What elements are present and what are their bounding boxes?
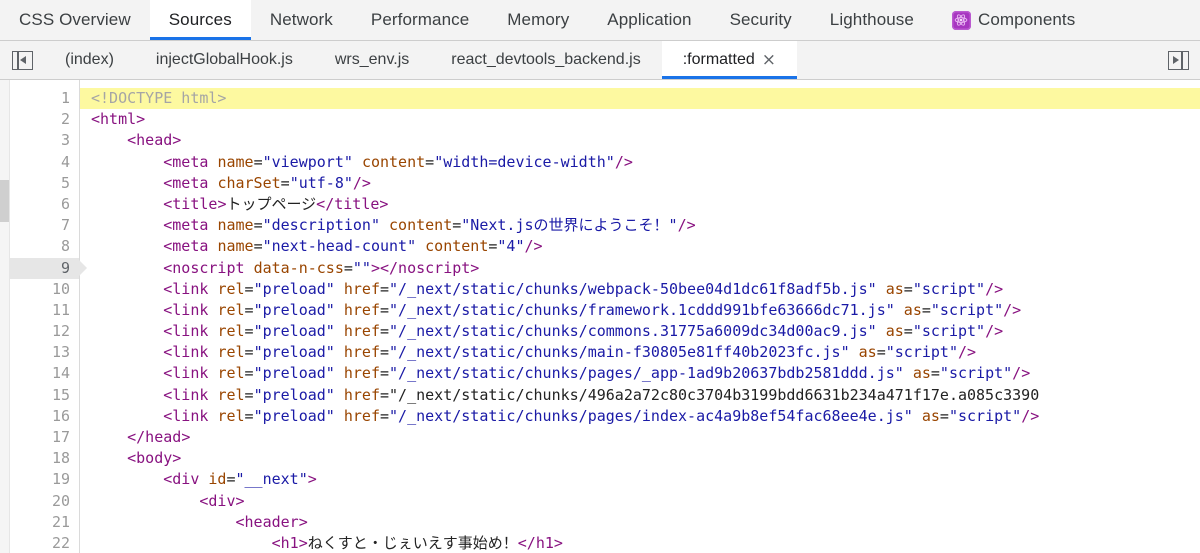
collapse-left-panel-icon	[11, 50, 33, 70]
code-line[interactable]: <meta name="description" content="Next.j…	[91, 215, 1200, 236]
file-tab-label: wrs_env.js	[334, 51, 410, 68]
close-icon[interactable]: ×	[762, 51, 776, 69]
code-line[interactable]: <!DOCTYPE html>	[80, 88, 1200, 110]
devtools-window: CSS Overview Sources Network Performance Mem…	[0, 0, 1200, 553]
line-number[interactable]: 6	[10, 194, 79, 215]
code-line[interactable]: <div>	[91, 491, 1200, 512]
line-number[interactable]: 8	[10, 236, 79, 257]
panel-tab-label: Sources	[168, 10, 232, 29]
panel-tab-label: Components	[977, 10, 1076, 29]
panel-tab-label: Performance	[370, 10, 470, 29]
code-line[interactable]: <link rel="preload" href="/_next/static/…	[91, 342, 1200, 363]
file-tab-label: injectGlobalHook.js	[155, 51, 293, 68]
line-number[interactable]: 17	[10, 427, 79, 448]
file-tab-react-devtools-backend-js[interactable]: react_devtools_backend.js	[430, 41, 661, 79]
code-line[interactable]: <h1>ねくすと・じぇいえす事始め！</h1>	[91, 533, 1200, 553]
source-editor: 1 2 3 4 5 6 7 8 9 10 11 12 13 14 15 16 17 18 19 20 21 22 <!DO…	[0, 80, 1200, 553]
panel-tab-performance[interactable]: Performance	[352, 0, 488, 40]
line-number[interactable]: 20	[10, 491, 79, 512]
panel-tab-label: Memory	[507, 10, 570, 29]
panel-tab-security[interactable]: Security	[711, 0, 811, 40]
code-line[interactable]: <html>	[91, 109, 1200, 130]
line-number[interactable]: 12	[10, 321, 79, 342]
file-tab-label: :formatted	[682, 51, 755, 68]
file-tab-formatted[interactable]: :formatted ×	[661, 41, 798, 79]
code-line[interactable]: <body>	[91, 448, 1200, 469]
file-tab-wrs-env-js[interactable]: wrs_env.js	[314, 41, 430, 79]
code-line[interactable]: <link rel="preload" href="/_next/static/…	[91, 385, 1200, 406]
line-number[interactable]: 11	[10, 300, 79, 321]
navigator-scrollbar[interactable]	[0, 80, 10, 553]
panel-tab-label: Application	[607, 10, 692, 29]
panel-tab-label: Security	[729, 10, 792, 29]
sources-file-tabbar: (index) injectGlobalHook.js wrs_env.js reac…	[0, 41, 1200, 80]
code-line[interactable]: <link rel="preload" href="/_next/static/…	[91, 300, 1200, 321]
line-number[interactable]: 21	[10, 512, 79, 533]
code-line[interactable]: <link rel="preload" href="/_next/static/…	[91, 321, 1200, 342]
panel-tab-memory[interactable]: Memory	[488, 0, 588, 40]
react-components-icon	[951, 10, 971, 30]
panel-tab-label: Network	[269, 10, 333, 29]
line-number[interactable]: 14	[10, 363, 79, 384]
code-line[interactable]: <head>	[91, 130, 1200, 151]
code-line[interactable]: <link rel="preload" href="/_next/static/…	[91, 406, 1200, 427]
line-number[interactable]: 3	[10, 130, 79, 151]
code-line[interactable]: <link rel="preload" href="/_next/static/…	[91, 363, 1200, 384]
line-number[interactable]: 22	[10, 533, 79, 553]
expand-right-panel-icon	[1167, 50, 1189, 70]
panel-tab-css-overview[interactable]: CSS Overview	[0, 0, 150, 40]
code-line[interactable]: </head>	[91, 427, 1200, 448]
file-tab-list: (index) injectGlobalHook.js wrs_env.js reac…	[44, 41, 798, 79]
code-line[interactable]: <title>トップページ</title>	[91, 194, 1200, 215]
panel-tab-components[interactable]: Components	[933, 0, 1094, 40]
line-number[interactable]: 1	[10, 88, 79, 109]
file-tab-injectglobalhook-js[interactable]: injectGlobalHook.js	[135, 41, 314, 79]
panel-tab-label: Lighthouse	[829, 10, 914, 29]
code-line[interactable]: <link rel="preload" href="/_next/static/…	[91, 279, 1200, 300]
line-number[interactable]: 10	[10, 279, 79, 300]
panel-tab-application[interactable]: Application	[588, 0, 710, 40]
code-line[interactable]: <meta name="viewport" content="width=dev…	[91, 152, 1200, 173]
code-content[interactable]: <!DOCTYPE html> <html> <head> <meta name=…	[80, 80, 1200, 553]
expand-right-panel-button[interactable]	[1156, 41, 1200, 79]
panel-tab-sources[interactable]: Sources	[149, 0, 251, 40]
line-number[interactable]: 2	[10, 109, 79, 130]
line-number[interactable]: 16	[10, 406, 79, 427]
file-tab-label: (index)	[65, 51, 114, 68]
devtools-panel-tabbar: CSS Overview Sources Network Performance Mem…	[0, 0, 1200, 41]
line-number[interactable]: 9	[10, 257, 87, 279]
line-number[interactable]: 4	[10, 152, 79, 173]
line-number[interactable]: 13	[10, 342, 79, 363]
line-number[interactable]: 15	[10, 385, 79, 406]
line-number[interactable]: 19	[10, 469, 79, 490]
code-line[interactable]: <meta name="next-head-count" content="4"…	[91, 236, 1200, 257]
code-line[interactable]: <meta charSet="utf-8"/>	[91, 173, 1200, 194]
panel-tab-lighthouse[interactable]: Lighthouse	[811, 0, 933, 40]
code-line[interactable]: <header>	[91, 512, 1200, 533]
line-number[interactable]: 18	[10, 448, 79, 469]
panel-tab-label: CSS Overview	[19, 10, 131, 29]
line-number[interactable]: 7	[10, 215, 79, 236]
panel-tab-network[interactable]: Network	[251, 0, 352, 40]
line-number-gutter[interactable]: 1 2 3 4 5 6 7 8 9 10 11 12 13 14 15 16 17 18 19 20 21 22	[10, 80, 87, 553]
collapse-left-panel-button[interactable]	[0, 41, 44, 79]
code-line[interactable]: <div id="__next">	[91, 469, 1200, 490]
line-number[interactable]: 5	[10, 173, 79, 194]
code-viewer[interactable]: 1 2 3 4 5 6 7 8 9 10 11 12 13 14 15 16 17 18 19 20 21 22 <!DO…	[10, 80, 1200, 553]
file-tab-index[interactable]: (index)	[44, 41, 135, 79]
scrollbar-thumb[interactable]	[0, 180, 9, 222]
file-tab-label: react_devtools_backend.js	[451, 51, 641, 68]
code-line[interactable]: <noscript data-n-css=""></noscript>	[91, 258, 1200, 279]
